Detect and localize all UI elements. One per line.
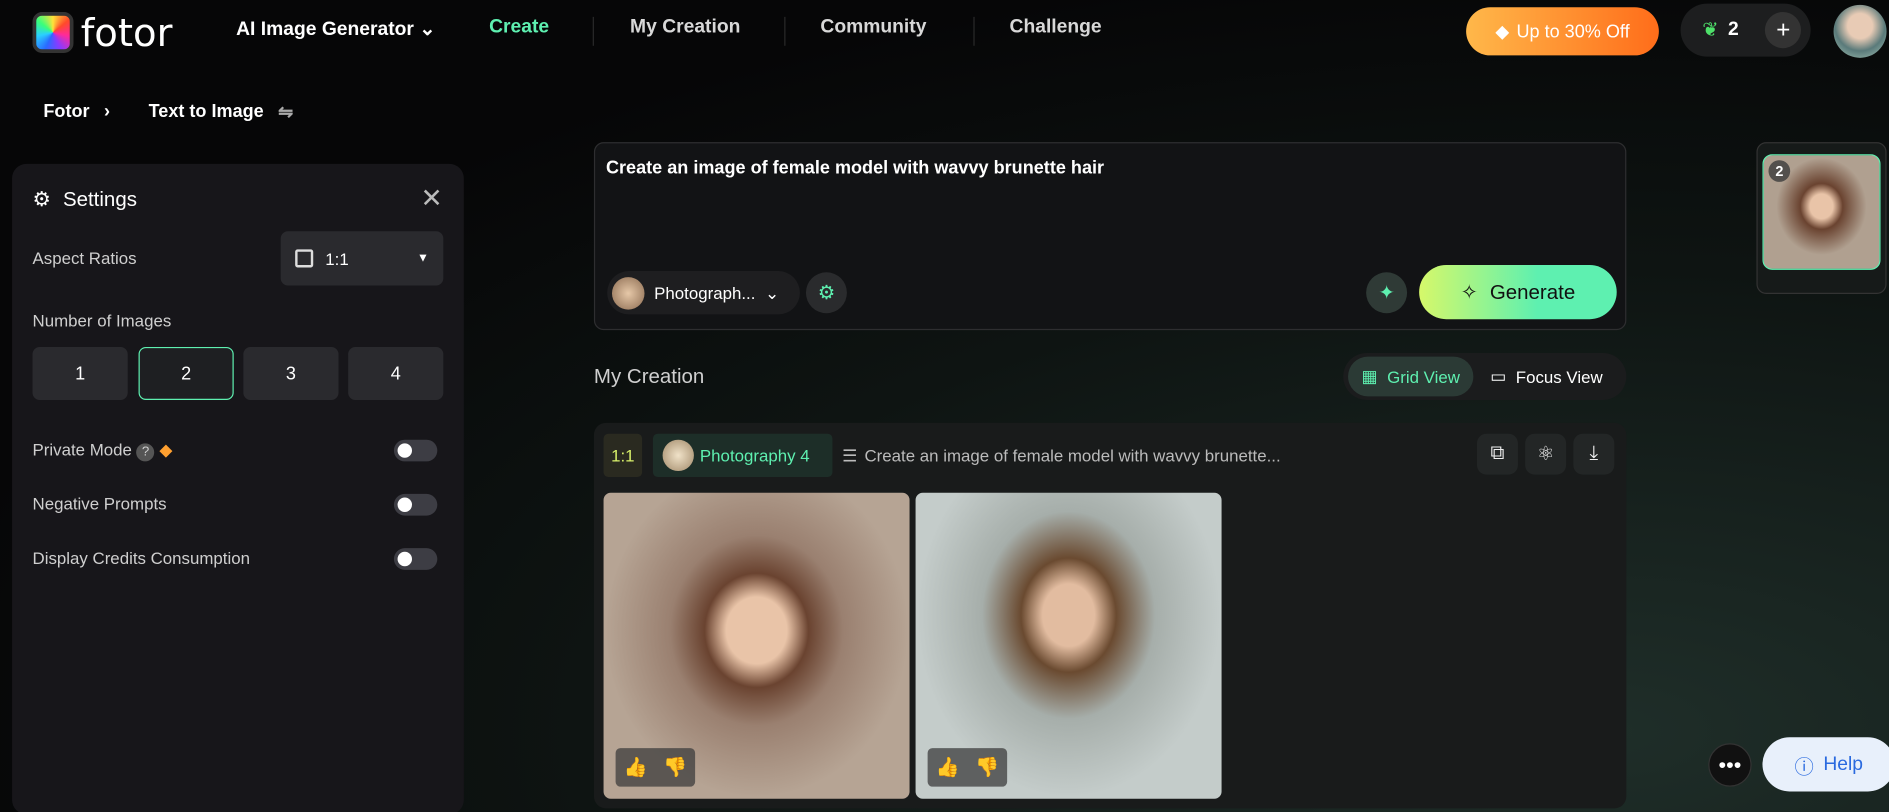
variation-button[interactable]: ⚛ — [1525, 433, 1567, 475]
settings-gear-icon: ⚙ — [32, 187, 51, 211]
number-option-2[interactable]: 2 — [138, 346, 234, 400]
feedback-bar: 👍 👎 — [615, 748, 696, 787]
chevron-down-icon: ⌄ — [765, 282, 780, 302]
diamond-icon: ◆ — [1495, 21, 1510, 43]
nav-my-creation[interactable]: My Creation — [630, 17, 740, 39]
style-select[interactable]: Photograph... ⌄ — [607, 271, 800, 315]
prompt-box: Create an image of female model with wav… — [593, 142, 1627, 331]
thumbs-up-icon[interactable]: 👍 — [623, 755, 647, 779]
download-button[interactable]: ⤓ — [1573, 433, 1615, 475]
leaf-icon: ❦ — [1702, 20, 1719, 41]
nav-create[interactable]: Create — [489, 17, 549, 39]
style-thumbnail — [662, 439, 694, 472]
divider — [784, 16, 786, 46]
promo-button[interactable]: ◆ Up to 30% Off — [1466, 7, 1659, 56]
enhance-prompt-button[interactable]: ✦ — [1366, 272, 1408, 314]
settings-title: Settings — [62, 187, 137, 211]
my-creation-title: My Creation — [593, 365, 705, 388]
grid-icon: ▦ — [1361, 366, 1378, 386]
generated-image-2[interactable]: 👍 👎 — [915, 492, 1222, 799]
help-button[interactable]: ⓘ Help — [1762, 737, 1889, 792]
diamond-icon: ◆ — [159, 439, 173, 459]
window-icon: ▭ — [1490, 366, 1507, 386]
logo-icon — [32, 12, 74, 54]
style-badge: Photography 4 — [652, 433, 833, 478]
prompt-icon: ☰ — [842, 445, 858, 466]
thumbs-up-icon[interactable]: 👍 — [935, 755, 959, 779]
ratio-badge: 1:1 — [603, 433, 643, 478]
negative-prompts-toggle[interactable] — [393, 493, 438, 516]
product-dropdown[interactable]: AI Image Generator ⌄ — [236, 17, 435, 41]
chevron-right-icon: › — [103, 101, 111, 122]
number-option-3[interactable]: 3 — [243, 346, 339, 400]
history-thumbnail[interactable]: 2 — [1762, 154, 1881, 270]
divider — [592, 16, 594, 46]
creation-prompt[interactable]: ☰ Create an image of female model with wa… — [842, 446, 1281, 466]
thumbs-down-icon[interactable]: 👎 — [663, 755, 687, 779]
credits-pill: ❦ 2 + — [1680, 3, 1811, 57]
view-toggle: ▦ Grid View ▭ Focus View — [1343, 352, 1627, 400]
negative-prompts-label: Negative Prompts — [32, 493, 167, 514]
avatar[interactable] — [1833, 4, 1887, 58]
number-of-images-label: Number of Images — [32, 310, 172, 331]
divider — [973, 16, 975, 46]
private-mode-label: Private Mode ? ◆ — [33, 439, 173, 462]
fotor-logo[interactable]: fotor — [32, 9, 173, 56]
breadcrumb-fotor[interactable]: Fotor — [43, 101, 89, 123]
copy-button[interactable]: ⧉ — [1476, 433, 1518, 475]
download-icon: ⤓ — [1589, 443, 1599, 464]
private-mode-toggle[interactable] — [393, 439, 438, 462]
breadcrumb-current[interactable]: Text to Image — [149, 101, 264, 123]
aspect-ratio-label: Aspect Ratios — [32, 248, 137, 268]
add-credits-button[interactable]: + — [1765, 12, 1802, 49]
generated-image-1[interactable]: 👍 👎 — [603, 492, 910, 799]
more-button[interactable]: ••• — [1708, 743, 1752, 787]
breadcrumb: Fotor › Text to Image ⇋ — [43, 101, 293, 123]
copy-icon: ⧉ — [1490, 443, 1505, 464]
prompt-input[interactable]: Create an image of female model with wav… — [606, 158, 1104, 178]
number-option-4[interactable]: 4 — [348, 346, 444, 400]
style-thumbnail — [611, 276, 645, 310]
help-icon: ? — [136, 443, 155, 462]
magic-wand-icon: ✧ — [1460, 280, 1478, 303]
style-settings-button[interactable]: ⚙ — [805, 272, 847, 314]
grid-view-tab[interactable]: ▦ Grid View — [1348, 356, 1474, 397]
nav-community[interactable]: Community — [820, 17, 926, 39]
history-count: 2 — [1768, 160, 1791, 182]
feedback-bar: 👍 👎 — [927, 748, 1008, 787]
focus-view-tab[interactable]: ▭ Focus View — [1490, 357, 1602, 397]
close-icon[interactable]: ✕ — [420, 183, 442, 214]
generate-button[interactable]: ✧ Generate — [1419, 265, 1617, 320]
question-icon: ⓘ — [1794, 757, 1814, 778]
number-option-1[interactable]: 1 — [32, 346, 128, 400]
square-icon — [295, 249, 314, 268]
swap-icon[interactable]: ⇋ — [278, 101, 293, 122]
display-credits-toggle[interactable] — [393, 548, 438, 570]
logo-text: fotor — [80, 9, 173, 56]
nav-challenge[interactable]: Challenge — [1010, 17, 1102, 39]
settings-panel: ⚙ Settings ✕ Aspect Ratios 1:1 ▼ Number o… — [12, 163, 464, 812]
aspect-ratio-select[interactable]: 1:1 ▼ — [280, 231, 444, 286]
caret-down-icon: ▼ — [416, 251, 429, 266]
atom-icon: ⚛ — [1536, 444, 1555, 466]
thumbs-down-icon[interactable]: 👎 — [975, 755, 999, 779]
display-credits-label: Display Credits Consumption — [32, 548, 251, 568]
